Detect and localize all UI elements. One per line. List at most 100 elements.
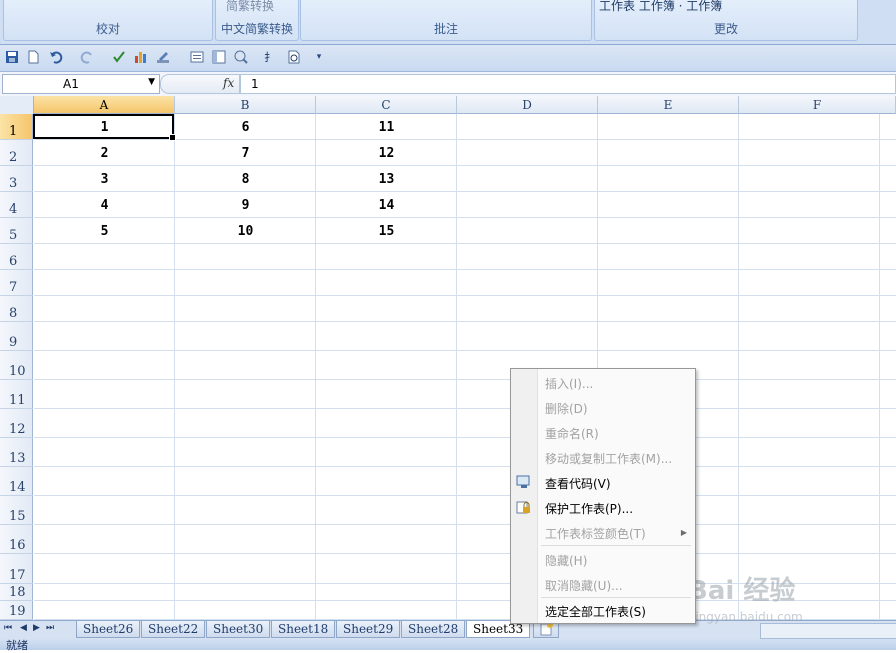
- row-header-7[interactable]: 7: [0, 270, 33, 296]
- column-gridline: [174, 114, 175, 620]
- ribbon-group-label: 校对: [95, 22, 120, 36]
- cell-c3[interactable]: 13: [316, 172, 457, 187]
- first-sheet-button[interactable]: ⏮: [4, 623, 12, 633]
- reference-icon[interactable]: [234, 50, 248, 64]
- row-header-10[interactable]: 10: [0, 351, 33, 380]
- cell-b3[interactable]: 8: [175, 172, 316, 187]
- menu-item-rename: 重命名(R): [545, 427, 599, 441]
- watermark-brand: Bai 经验: [688, 576, 796, 606]
- pivot-icon[interactable]: [212, 50, 226, 64]
- sheet-tab[interactable]: Sheet26: [76, 621, 141, 638]
- sheet-tab[interactable]: Sheet29: [336, 621, 401, 638]
- row-header-label: 16: [9, 538, 26, 553]
- sheet-tab[interactable]: Sheet28: [401, 621, 466, 638]
- row-header-label: 10: [9, 364, 26, 379]
- form-icon[interactable]: [190, 50, 204, 64]
- column-header-f[interactable]: F: [739, 96, 896, 114]
- column-header-e[interactable]: E: [598, 96, 739, 114]
- cell-b5[interactable]: 10: [175, 224, 316, 239]
- fill-handle[interactable]: [169, 134, 176, 141]
- row-header-5[interactable]: 5: [0, 218, 33, 244]
- baidu-watermark: Bai 经验 jingyan.baidu.com: [688, 570, 848, 630]
- row-gridline: [34, 350, 896, 351]
- row-header-label: 8: [9, 306, 18, 321]
- cell-a2[interactable]: 2: [34, 146, 175, 161]
- undo-icon[interactable]: [49, 50, 63, 64]
- row-header-3[interactable]: 3: [0, 166, 33, 192]
- row-header-8[interactable]: 8: [0, 296, 33, 322]
- last-sheet-button[interactable]: ⏭: [46, 623, 54, 633]
- redo-icon[interactable]: [80, 50, 94, 64]
- sheet-tab[interactable]: Sheet18: [271, 621, 336, 638]
- name-box[interactable]: A1 ▼: [2, 74, 160, 94]
- column-header-d[interactable]: D: [457, 96, 598, 114]
- menu-item-view-code[interactable]: 查看代码(V): [545, 475, 611, 492]
- worksheet-grid[interactable]: ABCDEF 1 2 3 4 5 6 7 8 9 10 11 12 13 14 15 16 17 18 19 161…: [0, 96, 896, 620]
- prev-sheet-button[interactable]: ◀: [20, 623, 27, 633]
- active-cell-border[interactable]: [33, 114, 176, 141]
- ribbon-group-comments: 批注: [300, 0, 592, 41]
- new-icon[interactable]: [26, 50, 40, 64]
- row-header-1[interactable]: 1: [0, 114, 33, 140]
- cell-b4[interactable]: 9: [175, 198, 316, 213]
- row-gridline: [34, 553, 896, 554]
- row-header-9[interactable]: 9: [0, 322, 33, 351]
- row-header-6[interactable]: 6: [0, 244, 33, 270]
- row-header-4[interactable]: 4: [0, 192, 33, 218]
- spellcheck-icon[interactable]: [112, 50, 126, 64]
- select-all-corner[interactable]: [0, 96, 34, 115]
- next-sheet-button[interactable]: ▶: [33, 623, 40, 633]
- row-header-11[interactable]: 11: [0, 380, 33, 409]
- chart-icon[interactable]: [134, 50, 148, 64]
- status-bar: 就绪: [0, 639, 896, 652]
- quick-access-toolbar: 扌 ▾: [0, 45, 896, 72]
- sheet-tab[interactable]: Sheet30: [206, 621, 271, 638]
- column-header-b[interactable]: B: [175, 96, 316, 114]
- formula-bar: A1 ▼ fx 1: [0, 72, 896, 97]
- cell-c5[interactable]: 15: [316, 224, 457, 239]
- cell-b1[interactable]: 6: [175, 120, 316, 135]
- print-preview-icon[interactable]: [287, 50, 301, 64]
- ribbon-partial-button[interactable]: 工作表 工作簿 · 工作簿: [599, 0, 722, 14]
- row-header-label: 14: [9, 480, 26, 495]
- cell-a3[interactable]: 3: [34, 172, 175, 187]
- cell-c2[interactable]: 12: [316, 146, 457, 161]
- row-header-16[interactable]: 16: [0, 525, 33, 554]
- ribbon-partial-button[interactable]: 简繁转换: [226, 0, 274, 14]
- cell-a5[interactable]: 5: [34, 224, 175, 239]
- row-header-19[interactable]: 19: [0, 601, 33, 620]
- view-code-icon: [516, 475, 532, 489]
- menu-icon-gutter: [511, 369, 538, 623]
- edit-icon[interactable]: [156, 50, 170, 64]
- row-gridline: [34, 295, 896, 296]
- save-icon[interactable]: [5, 50, 19, 64]
- row-header-2[interactable]: 2: [0, 140, 33, 166]
- menu-item-select-all-sheets[interactable]: 选定全部工作表(S): [545, 603, 646, 620]
- row-header-label: 13: [9, 451, 26, 466]
- cell-c4[interactable]: 14: [316, 198, 457, 213]
- cell-a4[interactable]: 4: [34, 198, 175, 213]
- row-header-18[interactable]: 18: [0, 584, 33, 601]
- chevron-down-icon[interactable]: ▼: [148, 77, 155, 87]
- translate-icon[interactable]: 扌: [264, 50, 278, 64]
- cell-b2[interactable]: 7: [175, 146, 316, 161]
- insert-function-icon[interactable]: fx: [223, 76, 234, 90]
- row-header-14[interactable]: 14: [0, 467, 33, 496]
- column-header-a[interactable]: A: [34, 96, 175, 114]
- row-header-12[interactable]: 12: [0, 409, 33, 438]
- ribbon-group-chinese-conversion: 简繁转换 中文简繁转换: [215, 0, 299, 41]
- formula-input[interactable]: 1: [240, 74, 896, 94]
- status-text: 就绪: [6, 639, 28, 652]
- cell-c1[interactable]: 11: [316, 120, 457, 135]
- row-header-17[interactable]: 17: [0, 554, 33, 584]
- customize-icon[interactable]: ▾: [312, 50, 326, 64]
- menu-item-protect-sheet[interactable]: 保护工作表(P)...: [545, 500, 633, 517]
- row-gridline: [34, 524, 896, 525]
- menu-separator: [541, 545, 691, 546]
- row-header-13[interactable]: 13: [0, 438, 33, 467]
- column-header-c[interactable]: C: [316, 96, 457, 114]
- row-header-15[interactable]: 15: [0, 496, 33, 525]
- menu-separator: [541, 597, 691, 598]
- watermark-url: jingyan.baidu.com: [692, 610, 803, 624]
- sheet-tab[interactable]: Sheet22: [141, 621, 206, 638]
